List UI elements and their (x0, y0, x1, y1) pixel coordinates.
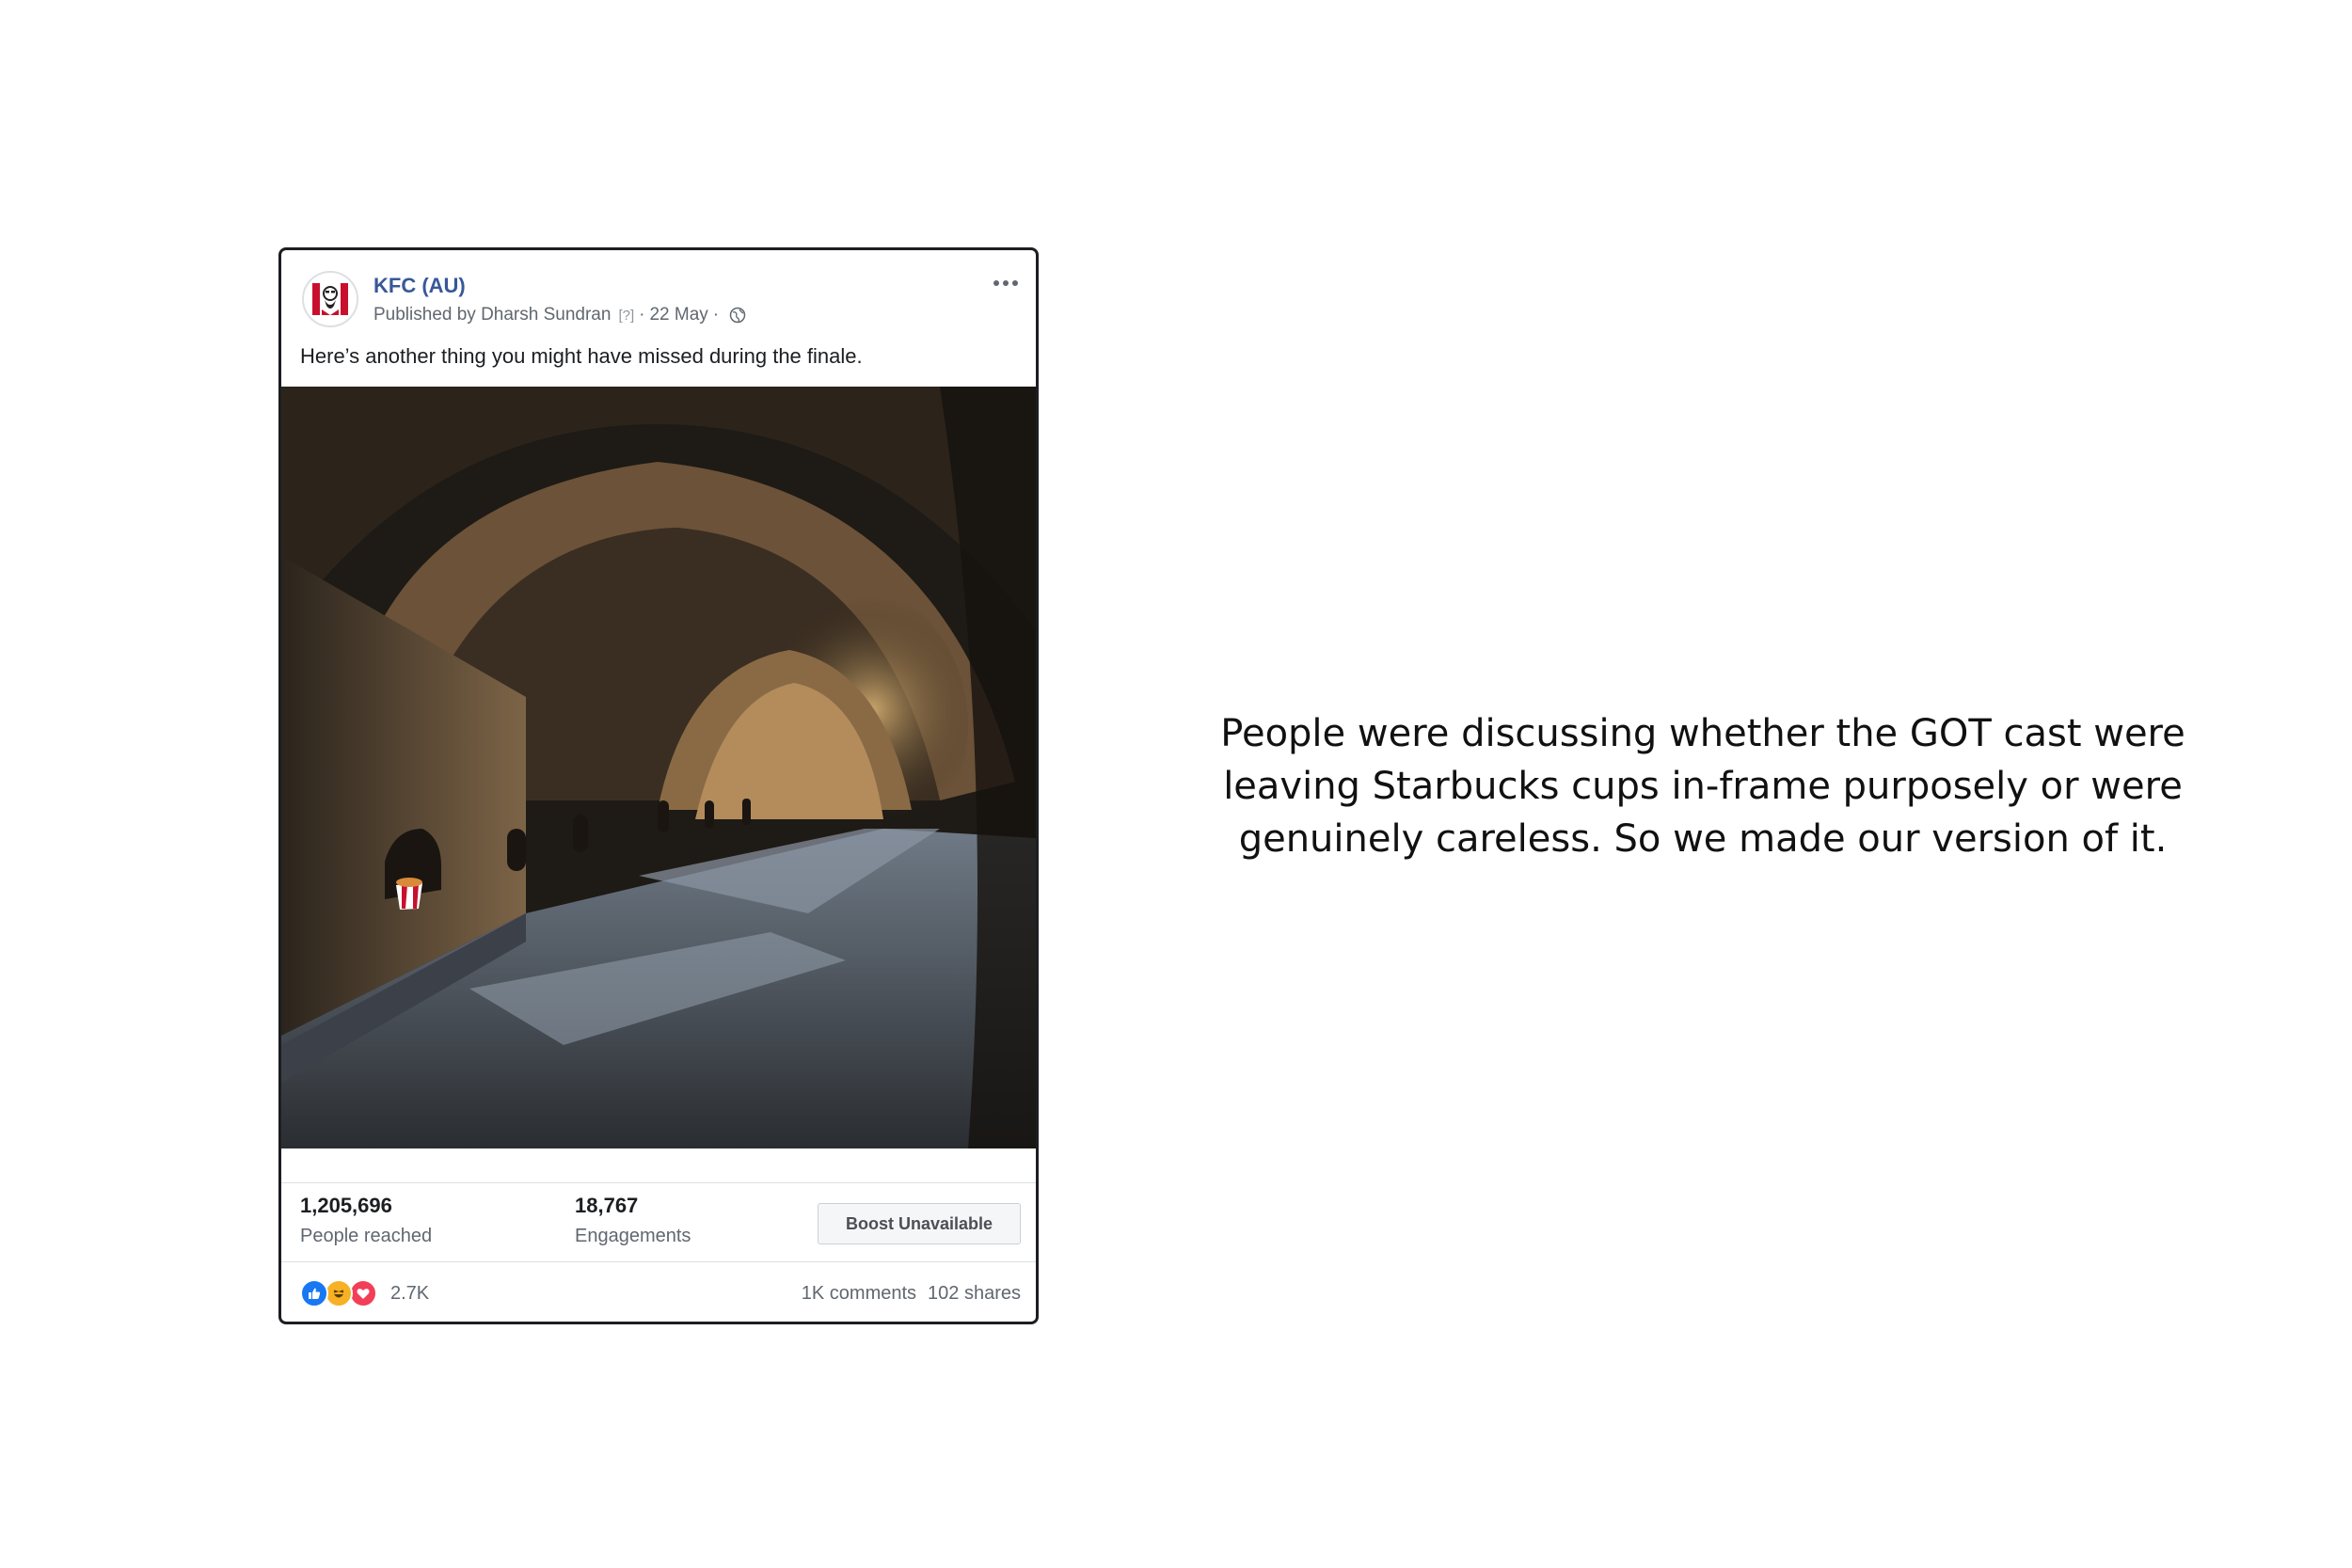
engagements-stat[interactable]: 18,767 Engagements (575, 1194, 691, 1247)
facebook-post-card: KFC (AU) Published by Dharsh Sundran [?]… (278, 247, 1039, 1324)
post-message: Here’s another thing you might have miss… (300, 344, 863, 368)
published-by-text[interactable]: Published by Dharsh Sundran (373, 305, 611, 325)
reaction-count[interactable]: 2.7K (390, 1283, 429, 1305)
people-reached-label: People reached (300, 1226, 433, 1246)
post-meta: Published by Dharsh Sundran [?] · 22 May… (373, 305, 746, 325)
boost-unavailable-button[interactable]: Boost Unavailable (818, 1203, 1021, 1244)
more-options-button[interactable] (987, 269, 1025, 297)
engagements-value: 18,767 (575, 1194, 639, 1217)
more-horizontal-icon (993, 280, 999, 286)
caption-text: People were discussing whether the GOT c… (1220, 712, 2185, 861)
post-photo[interactable] (281, 387, 1036, 1148)
comments-count-link[interactable]: 1K comments (802, 1283, 916, 1305)
post-header: KFC (AU) Published by Dharsh Sundran [?]… (281, 250, 1036, 391)
more-dot (1012, 280, 1018, 286)
help-marker[interactable]: [?] (618, 308, 634, 324)
meta-separator: · (712, 305, 720, 325)
globe-icon[interactable] (729, 307, 746, 324)
engagements-label: Engagements (575, 1226, 691, 1246)
post-date[interactable]: 22 May (649, 305, 707, 325)
divider (281, 1261, 1036, 1262)
reactions-summary[interactable]: 2.7K (300, 1279, 429, 1307)
people-reached-value: 1,205,696 (300, 1194, 392, 1217)
image-bottom-strip (281, 1148, 1036, 1183)
haha-icon (325, 1279, 353, 1307)
meta-separator: · (639, 305, 645, 325)
comments-shares: 1K comments 102 shares (802, 1283, 1021, 1305)
love-icon (349, 1279, 377, 1307)
people-reached-stat[interactable]: 1,205,696 People reached (300, 1194, 432, 1247)
more-dot (1003, 280, 1009, 286)
shares-count-link[interactable]: 102 shares (928, 1283, 1021, 1305)
kfc-logo-icon (312, 283, 348, 315)
page-avatar[interactable] (302, 271, 358, 327)
page-name-link[interactable]: KFC (AU) (373, 274, 466, 298)
like-icon (300, 1279, 328, 1307)
